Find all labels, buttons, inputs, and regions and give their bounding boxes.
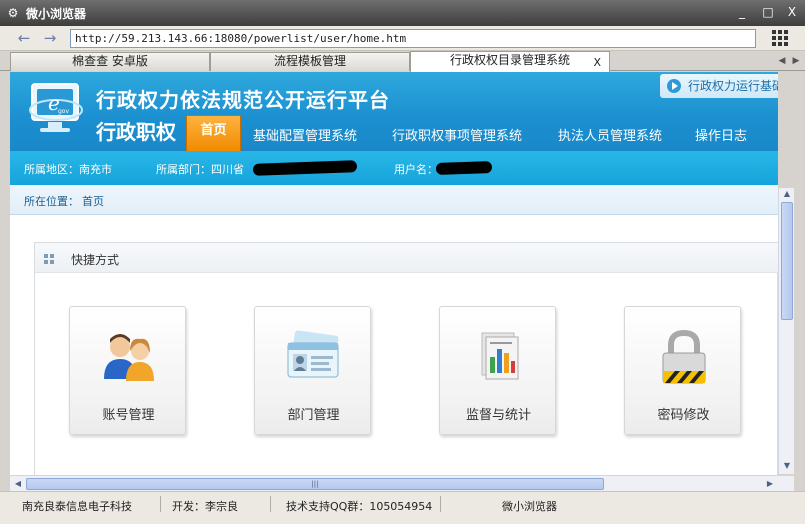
shortcut-label: 部门管理 [287,408,340,423]
play-circle-icon [667,79,681,93]
menu-grid-icon[interactable] [772,30,790,46]
tab-scroll-right-icon[interactable]: ▶ [789,54,803,68]
report-chart-icon [481,332,519,380]
tab-bar: 棉查查 安卓版 流程模板管理 行政权权目录管理系统 X ◀ ▶ [0,51,805,72]
padlock-icon [662,329,706,384]
menu-basic-config[interactable]: 基础配置管理系统 [253,125,357,144]
grid-icon [44,254,54,264]
tab-close-icon[interactable]: X [593,54,601,71]
scroll-left-icon[interactable]: ◀ [12,478,24,490]
menu-home-tab[interactable]: 首页 [186,115,241,151]
navigation-bar: ← → http://59.213.143.66:18080/powerlist… [0,26,805,51]
user-info-bar: 所属地区：南充市 所属部门：四川省 用户名： [10,151,778,185]
banner-subtitle: 行政职权 [96,120,176,144]
breadcrumb-current[interactable]: 首页 [82,193,104,209]
tab-mianchacha[interactable]: 棉查查 安卓版 [10,52,210,71]
shortcut-department-management[interactable]: 部门管理 [254,306,371,435]
tab-label: 流程模板管理 [273,54,346,68]
address-bar[interactable]: http://59.213.143.66:18080/powerlist/use… [70,29,756,48]
vertical-scroll-thumb[interactable] [781,202,793,320]
shortcut-label: 密码修改 [657,408,710,423]
banner-right-label: 行政权力运行基础 [688,79,778,93]
window-title: 微小浏览器 [26,7,87,21]
department-text: 所属部门：四川省 [156,163,244,176]
tab-power-catalog[interactable]: 行政权权目录管理系统 X [410,51,610,72]
tab-process-template[interactable]: 流程模板管理 [210,52,410,71]
shortcut-label: 监督与统计 [465,408,531,423]
egov-logo-icon: e gov [29,83,83,132]
status-app-name: 微小浏览器 [502,500,557,513]
page-viewport: e gov 行政权力依法规范公开运行平台 行政职权 行政权力运行基础 首页 基础… [10,72,778,475]
menu-power-items[interactable]: 行政职权事项管理系统 [392,125,522,144]
horizontal-scrollbar[interactable]: ◀ ||| ▶ [10,475,794,491]
scroll-up-icon[interactable]: ▲ [781,188,793,200]
region-text: 所属地区：南充市 [24,163,112,176]
tab-scroll-left-icon[interactable]: ◀ [775,54,789,68]
shortcut-change-password[interactable]: 密码修改 [624,306,741,435]
redaction-mark [252,160,358,176]
users-icon [104,334,154,381]
scroll-right-icon[interactable]: ▶ [764,478,776,490]
app-gear-icon: ⚙ [7,6,19,20]
status-developer: 开发：李宗良 [172,500,238,513]
vertical-scrollbar[interactable]: ▲ ▼ [778,188,794,474]
scroll-down-icon[interactable]: ▼ [781,460,793,472]
shortcut-supervision-statistics[interactable]: 监督与统计 [439,306,556,435]
id-card-icon [287,330,339,378]
banner-right-link[interactable]: 行政权力运行基础 [660,74,778,98]
shortcuts-title: 快捷方式 [71,253,120,267]
close-window-button[interactable]: X [783,4,801,20]
redaction-mark [435,161,493,175]
status-bar: 南充良泰信息电子科技 开发：李宗良 技术支持QQ群：105054954 微小浏览… [0,491,805,524]
shortcuts-panel-header: 快捷方式 [35,243,778,273]
status-divider [440,496,441,512]
shortcut-label: 账号管理 [102,408,155,423]
back-button[interactable]: ← [14,29,34,47]
status-company: 南充良泰信息电子科技 [22,500,132,513]
menu-operation-log[interactable]: 操作日志 [695,125,747,144]
maximize-button[interactable]: □ [759,4,777,20]
tab-label: 棉查查 安卓版 [72,54,148,68]
status-support: 技术支持QQ群：105054954 [286,500,433,513]
shortcuts-panel: 快捷方式 账号管理 部门管理 监督与统计 密码修改 [34,242,778,475]
username-text: 用户名： [394,163,438,176]
tab-label: 行政权权目录管理系统 [449,53,570,67]
forward-button[interactable]: → [40,29,60,47]
breadcrumb: 所在位置： 首页 [10,185,778,215]
window-titlebar: ⚙ 微小浏览器 _ □ X [0,0,805,26]
status-divider [270,496,271,512]
menu-law-enforcement[interactable]: 执法人员管理系统 [558,125,662,144]
shortcut-account-management[interactable]: 账号管理 [69,306,186,435]
site-banner: e gov 行政权力依法规范公开运行平台 行政职权 行政权力运行基础 首页 基础… [10,72,778,151]
status-divider [160,496,161,512]
banner-title: 行政权力依法规范公开运行平台 [96,88,390,112]
svg-text:gov: gov [58,108,69,115]
minimize-button[interactable]: _ [733,4,751,20]
horizontal-scroll-thumb[interactable]: ||| [26,478,604,490]
breadcrumb-label: 所在位置： [24,195,79,208]
